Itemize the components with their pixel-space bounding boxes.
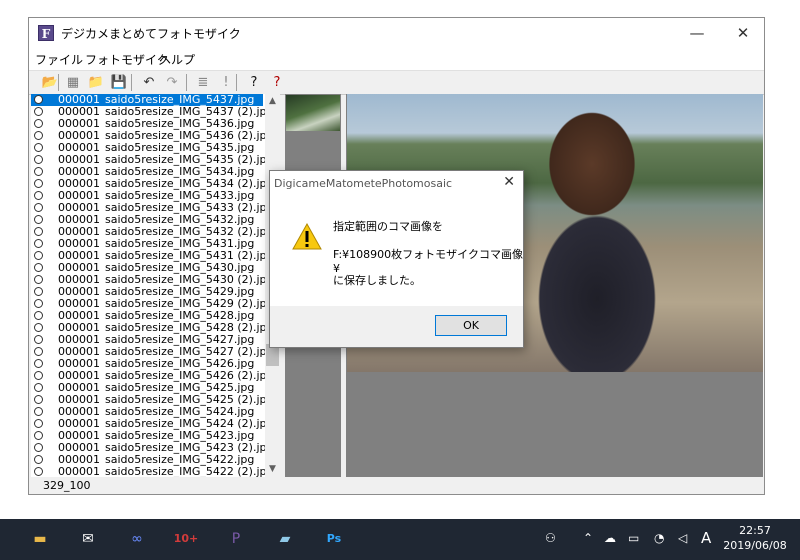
notebook-icon[interactable]: ▰: [272, 526, 298, 552]
help-context-icon[interactable]: ?: [268, 74, 286, 91]
clock-date: 2019/06/08: [723, 539, 787, 552]
mail-icon[interactable]: ✉: [75, 526, 101, 552]
thumbnail-image[interactable]: [286, 95, 340, 131]
photomosaic-app-icon[interactable]: P: [223, 526, 249, 552]
scroll-down-arrow-icon[interactable]: ▼: [265, 462, 280, 477]
radio-circle-icon: [34, 191, 43, 200]
list-icon[interactable]: ≣: [194, 74, 212, 91]
volume-icon[interactable]: ◁: [678, 531, 687, 545]
people-icon[interactable]: ⚇: [545, 531, 556, 545]
menu-bar: ファイル フォトモザイク ヘルプ: [29, 48, 764, 70]
title-bar[interactable]: F デジカメまとめてフォトモザイク — ✕: [29, 18, 764, 48]
radio-circle-icon: [34, 95, 43, 104]
radio-circle-icon: [34, 203, 43, 212]
radio-circle-icon: [34, 443, 43, 452]
radio-circle-icon: [34, 311, 43, 320]
dialog-title: DigicameMatometePhotomosaic: [274, 177, 453, 190]
dialog-message-line-2: F:¥108900枚フォトモザイクコマ画像¥: [333, 248, 523, 275]
radio-circle-icon: [34, 167, 43, 176]
file-list[interactable]: 000001 saido5resize_IMG_5437.jpg 000001 sai…: [31, 94, 279, 477]
calendar-badge-icon[interactable]: 10+: [173, 526, 199, 552]
radio-circle-icon: [34, 107, 43, 116]
radio-circle-icon: [34, 287, 43, 296]
show-hidden-icons-icon[interactable]: ⌃: [583, 531, 593, 545]
file-explorer-icon[interactable]: ▬: [27, 526, 53, 552]
exclamation-icon[interactable]: !: [217, 74, 235, 91]
list-item[interactable]: 000001 saido5resize_IMG_5422 (2).jpg: [31, 465, 273, 478]
radio-circle-icon: [34, 179, 43, 188]
radio-circle-icon: [34, 155, 43, 164]
radio-circle-icon: [34, 215, 43, 224]
dialog-message-line-3: に保存しました。: [333, 274, 421, 287]
network-icon[interactable]: ◔: [654, 531, 664, 545]
radio-circle-icon: [34, 407, 43, 416]
battery-icon[interactable]: ▭: [628, 531, 639, 545]
clock[interactable]: 22:57 2019/06/08: [722, 523, 788, 553]
status-text: 329_100: [43, 479, 91, 492]
radio-circle-icon: [34, 143, 43, 152]
menu-help[interactable]: ヘルプ: [159, 51, 195, 68]
radio-circle-icon: [34, 263, 43, 272]
radio-circle-icon: [34, 251, 43, 260]
radio-circle-icon: [34, 239, 43, 248]
onedrive-icon[interactable]: ☁: [604, 531, 616, 545]
picture-icon[interactable]: ▦: [64, 74, 82, 91]
undo-icon[interactable]: ↶: [140, 74, 158, 91]
scroll-up-arrow-icon[interactable]: ▲: [265, 94, 280, 109]
save-icon[interactable]: 💾: [110, 74, 128, 91]
radio-circle-icon: [34, 323, 43, 332]
minimize-button[interactable]: —: [674, 18, 720, 48]
taskbar: ⚇ ⌃ ☁ ▭ ◔ ◁ A 22:57 2019/06/08 ▬ ✉ ∞ 10+ P ▰ P…: [0, 519, 800, 560]
ok-button[interactable]: OK: [435, 315, 507, 336]
menu-photomosaic[interactable]: フォトモザイク: [85, 51, 169, 68]
help-icon[interactable]: ?: [245, 74, 263, 91]
window-title: デジカメまとめてフォトモザイク: [61, 27, 241, 41]
item-number: 000001: [58, 465, 100, 478]
message-dialog: DigicameMatometePhotomosaic ✕ 指定範囲のコマ画像を…: [269, 170, 524, 348]
open-folder-icon[interactable]: 📂: [41, 74, 59, 91]
radio-circle-icon: [34, 275, 43, 284]
dialog-message-line-1: 指定範囲のコマ画像を: [333, 220, 443, 233]
toolbar-separator: [186, 74, 187, 91]
radio-circle-icon: [34, 395, 43, 404]
radio-circle-icon: [34, 227, 43, 236]
radio-circle-icon: [34, 431, 43, 440]
radio-circle-icon: [34, 299, 43, 308]
radio-circle-icon: [34, 359, 43, 368]
toolbar: 📂 ▦ 📁 💾 ↶ ↷ ≣!??: [29, 70, 764, 95]
warning-icon: [292, 223, 322, 250]
radio-circle-icon: [34, 335, 43, 344]
radio-circle-icon: [34, 383, 43, 392]
radio-circle-icon: [34, 371, 43, 380]
item-filename: saido5resize_IMG_5422 (2).jpg: [105, 465, 274, 478]
redo-icon[interactable]: ↷: [163, 74, 181, 91]
close-button[interactable]: ✕: [720, 18, 766, 48]
infinity-icon[interactable]: ∞: [124, 526, 150, 552]
menu-file[interactable]: ファイル: [35, 51, 83, 68]
app-icon[interactable]: F: [38, 25, 54, 41]
toolbar-separator: [58, 74, 59, 91]
radio-circle-icon: [34, 467, 43, 476]
toolbar-separator: [131, 74, 132, 91]
dialog-close-icon[interactable]: ✕: [503, 174, 515, 190]
status-bar: 329_100: [29, 477, 764, 494]
dialog-footer: OK: [270, 306, 523, 347]
clock-time: 22:57: [739, 524, 771, 537]
toolbar-separator: [236, 74, 237, 91]
photoshop-icon[interactable]: Ps: [321, 526, 347, 552]
radio-circle-icon: [34, 119, 43, 128]
radio-circle-icon: [34, 455, 43, 464]
radio-circle-icon: [34, 419, 43, 428]
radio-circle-icon: [34, 131, 43, 140]
radio-circle-icon: [34, 347, 43, 356]
ime-indicator[interactable]: A: [701, 529, 711, 547]
folder-icon[interactable]: 📁: [87, 74, 105, 91]
